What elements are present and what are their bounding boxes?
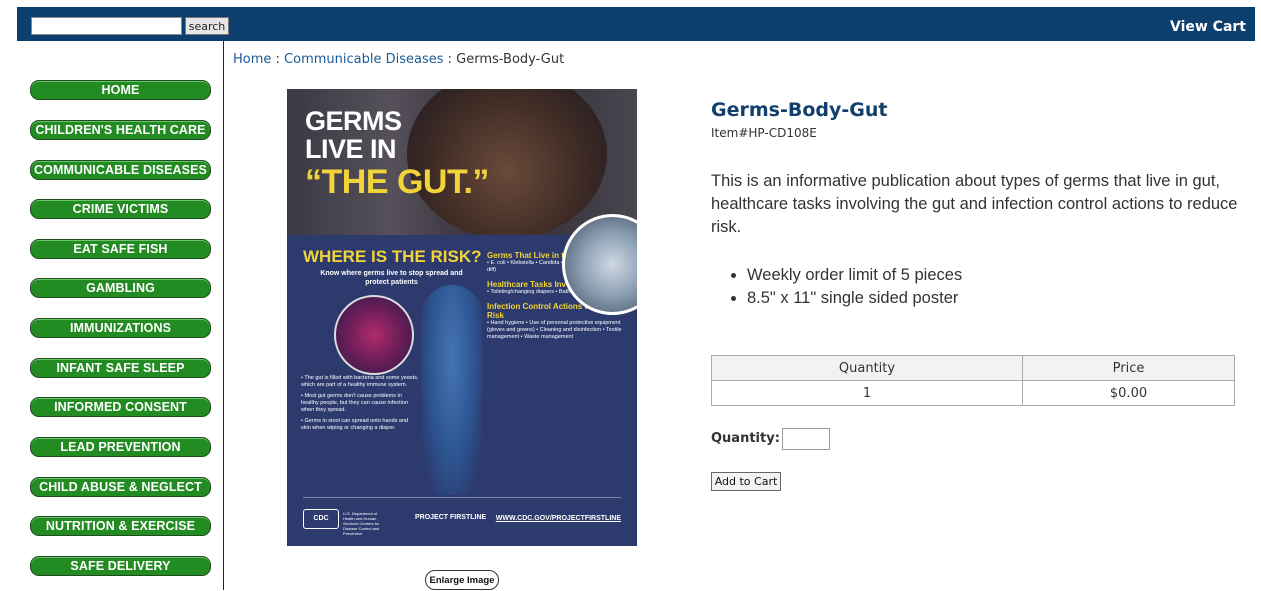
poster-body-figure [422,285,482,495]
poster-left-text: • The gut is filled with bacteria and so… [301,375,419,432]
search-input[interactable] [31,17,182,35]
poster-risk-title: WHERE IS THE RISK? [303,247,482,266]
sidebar-item-lead-prevention[interactable]: LEAD PREVENTION [30,437,211,457]
sidebar-item-informed-consent[interactable]: INFORMED CONSENT [30,397,211,417]
project-firstline-logo: PROJECT FIRSTLINE [415,514,487,521]
sidebar-item-infant-safe-sleep[interactable]: INFANT SAFE SLEEP [30,358,211,378]
sidebar-item-safe-delivery[interactable]: SAFE DELIVERY [30,556,211,576]
price-header: Price [1022,355,1235,381]
sidebar-nav: HOME CHILDREN'S HEALTH CARE COMMUNICABLE… [17,41,224,590]
list-item: Weekly order limit of 5 pieces [747,264,962,287]
product-image[interactable]: GERMS LIVE IN “THE GUT.” WHERE IS THE RI… [287,89,637,546]
poster-divider [303,497,621,498]
sidebar-item-gambling[interactable]: GAMBLING [30,278,211,298]
sidebar-item-immunizations[interactable]: IMMUNIZATIONS [30,318,211,338]
poster-url: WWW.CDC.GOV/PROJECTFIRSTLINE [495,515,621,522]
table-row: 1 $0.00 [711,380,1235,406]
sidebar-item-communicable-diseases[interactable]: COMMUNICABLE DISEASES [30,160,211,180]
view-cart-link[interactable]: View Cart [1170,19,1246,35]
sidebar-item-child-abuse-neglect[interactable]: CHILD ABUSE & NEGLECT [30,477,211,497]
poster-column-text: • Hand hygiene • Use of personal protect… [487,320,622,340]
quantity-label: Quantity: [711,431,780,446]
poster-headline-line2: LIVE IN [305,134,397,164]
sidebar-item-nutrition-exercise[interactable]: NUTRITION & EXERCISE [30,516,211,536]
breadcrumb-home-link[interactable]: Home [233,52,271,67]
poster-headline-line3: “THE GUT.” [305,163,489,201]
poster-left-bullet: • Germs in stool can spread onto hands a… [301,418,409,431]
sidebar-item-childrens-health-care[interactable]: CHILDREN'S HEALTH CARE [30,120,211,140]
poster-germ-magnified-image [334,295,414,375]
sidebar-item-crime-victims[interactable]: CRIME VICTIMS [30,199,211,219]
product-details-list: Weekly order limit of 5 pieces 8.5" x 11… [711,264,962,310]
poster-left-bullet: • Most gut germs don't cause problems in… [301,393,409,413]
breadcrumb-separator: : [443,52,457,67]
list-item: 8.5" x 11" single sided poster [747,287,962,310]
poster-headline: GERMS LIVE IN “THE GUT.” [305,107,489,201]
product-description: This is an informative publication about… [711,172,1238,236]
table-header-row: Quantity Price [711,355,1235,381]
top-bar: search View Cart [17,7,1255,41]
breadcrumb-category-link[interactable]: Communicable Diseases [284,52,443,67]
breadcrumb: Home : Communicable Diseases : Germs-Bod… [233,52,564,67]
quantity-cell: 1 [711,380,1023,406]
sidebar-item-home[interactable]: HOME [30,80,211,100]
quantity-header: Quantity [711,355,1023,381]
quantity-input[interactable] [782,428,830,450]
add-to-cart-button[interactable]: Add to Cart [711,472,781,491]
breadcrumb-current: Germs-Body-Gut [456,52,565,67]
breadcrumb-separator: : [271,52,285,67]
enlarge-image-button[interactable]: Enlarge Image [425,570,499,590]
sidebar-item-eat-safe-fish[interactable]: EAT SAFE FISH [30,239,211,259]
poster-footer: CDC U.S. Department of Health and Human … [303,509,621,536]
poster-left-bullet: • The gut is filled with bacteria and so… [301,375,419,388]
cdc-logo: CDC [303,509,339,529]
item-number: Item#HP-CD108E [711,126,817,140]
search-button[interactable]: search [185,17,229,35]
product-title: Germs-Body-Gut [711,99,888,121]
price-table: Quantity Price 1 $0.00 [711,355,1235,406]
price-cell: $0.00 [1022,380,1235,406]
hhs-text: U.S. Department of Health and Human Serv… [343,511,380,536]
poster-headline-line1: GERMS [305,106,402,136]
